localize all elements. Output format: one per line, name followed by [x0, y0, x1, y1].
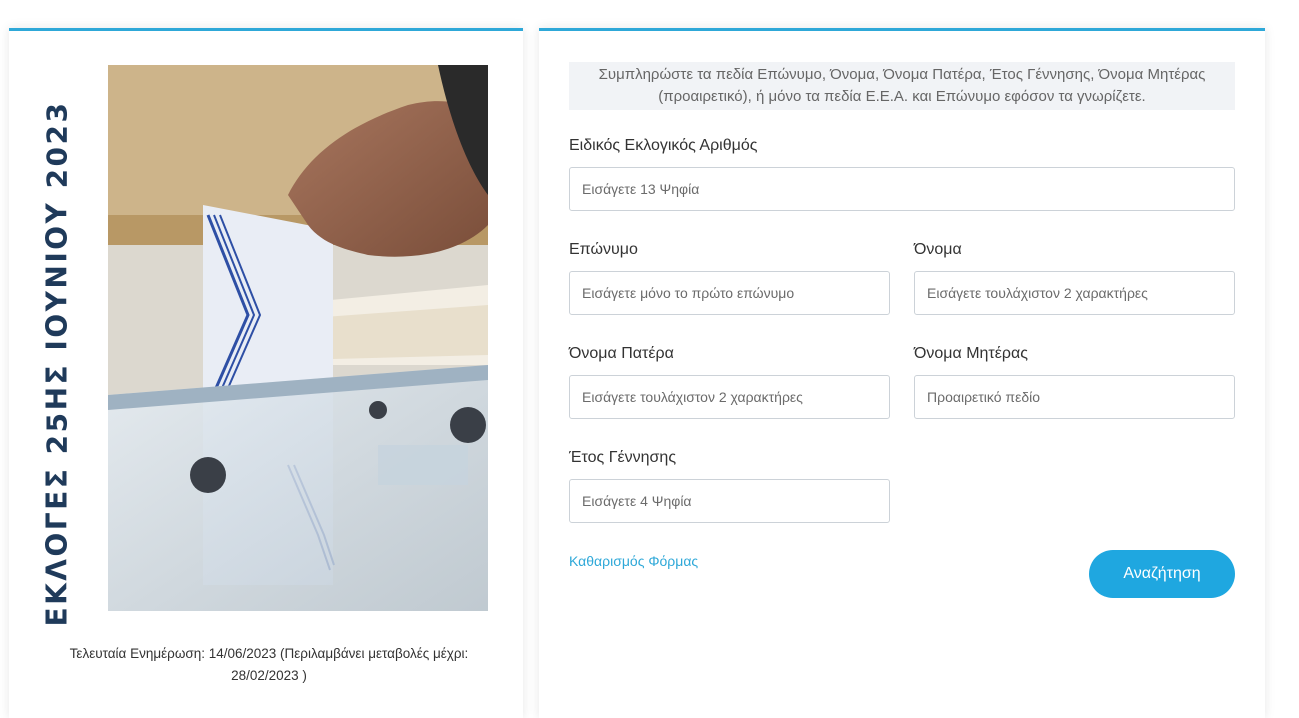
first-name-label: Όνομα [914, 241, 962, 258]
clear-form-link[interactable]: Καθαρισμός Φόρμας [569, 553, 698, 569]
last-update-note: Τελευταία Ενημέρωση: 14/06/2023 (Περιλαμ… [69, 646, 469, 683]
search-button[interactable]: Αναζήτηση [1089, 550, 1235, 598]
instructions-box: Συμπληρώστε τα πεδία Επώνυμο, Όνομα, Όνο… [569, 62, 1235, 110]
search-form-panel: Συμπληρώστε τα πεδία Επώνυμο, Όνομα, Όνο… [539, 28, 1265, 718]
special-number-input[interactable] [569, 167, 1235, 211]
birth-year-label: Έτος Γέννησης [569, 449, 677, 466]
ballot-box-photo [108, 65, 488, 611]
left-panel: ΕΚΛΟΓΕΣ 25ΗΣ ΙΟΥΝΙΟΥ 2023 Τελευταία Ενημ… [9, 28, 523, 718]
special-number-label: Ειδικός Εκλογικός Αριθμός [569, 137, 758, 154]
election-title: ΕΚΛΟΓΕΣ 25ΗΣ ΙΟΥΝΙΟΥ 2023 [40, 100, 74, 627]
father-name-input[interactable] [569, 375, 890, 419]
mother-name-label: Όνομα Μητέρας [914, 345, 1028, 362]
first-name-input[interactable] [914, 271, 1235, 315]
birth-year-input[interactable] [569, 479, 890, 523]
election-title-container: ΕΚΛΟΓΕΣ 25ΗΣ ΙΟΥΝΙΟΥ 2023 [27, 100, 87, 627]
mother-name-input[interactable] [914, 375, 1235, 419]
surname-label: Επώνυμο [569, 241, 638, 258]
surname-input[interactable] [569, 271, 890, 315]
father-name-label: Όνομα Πατέρα [569, 345, 674, 362]
